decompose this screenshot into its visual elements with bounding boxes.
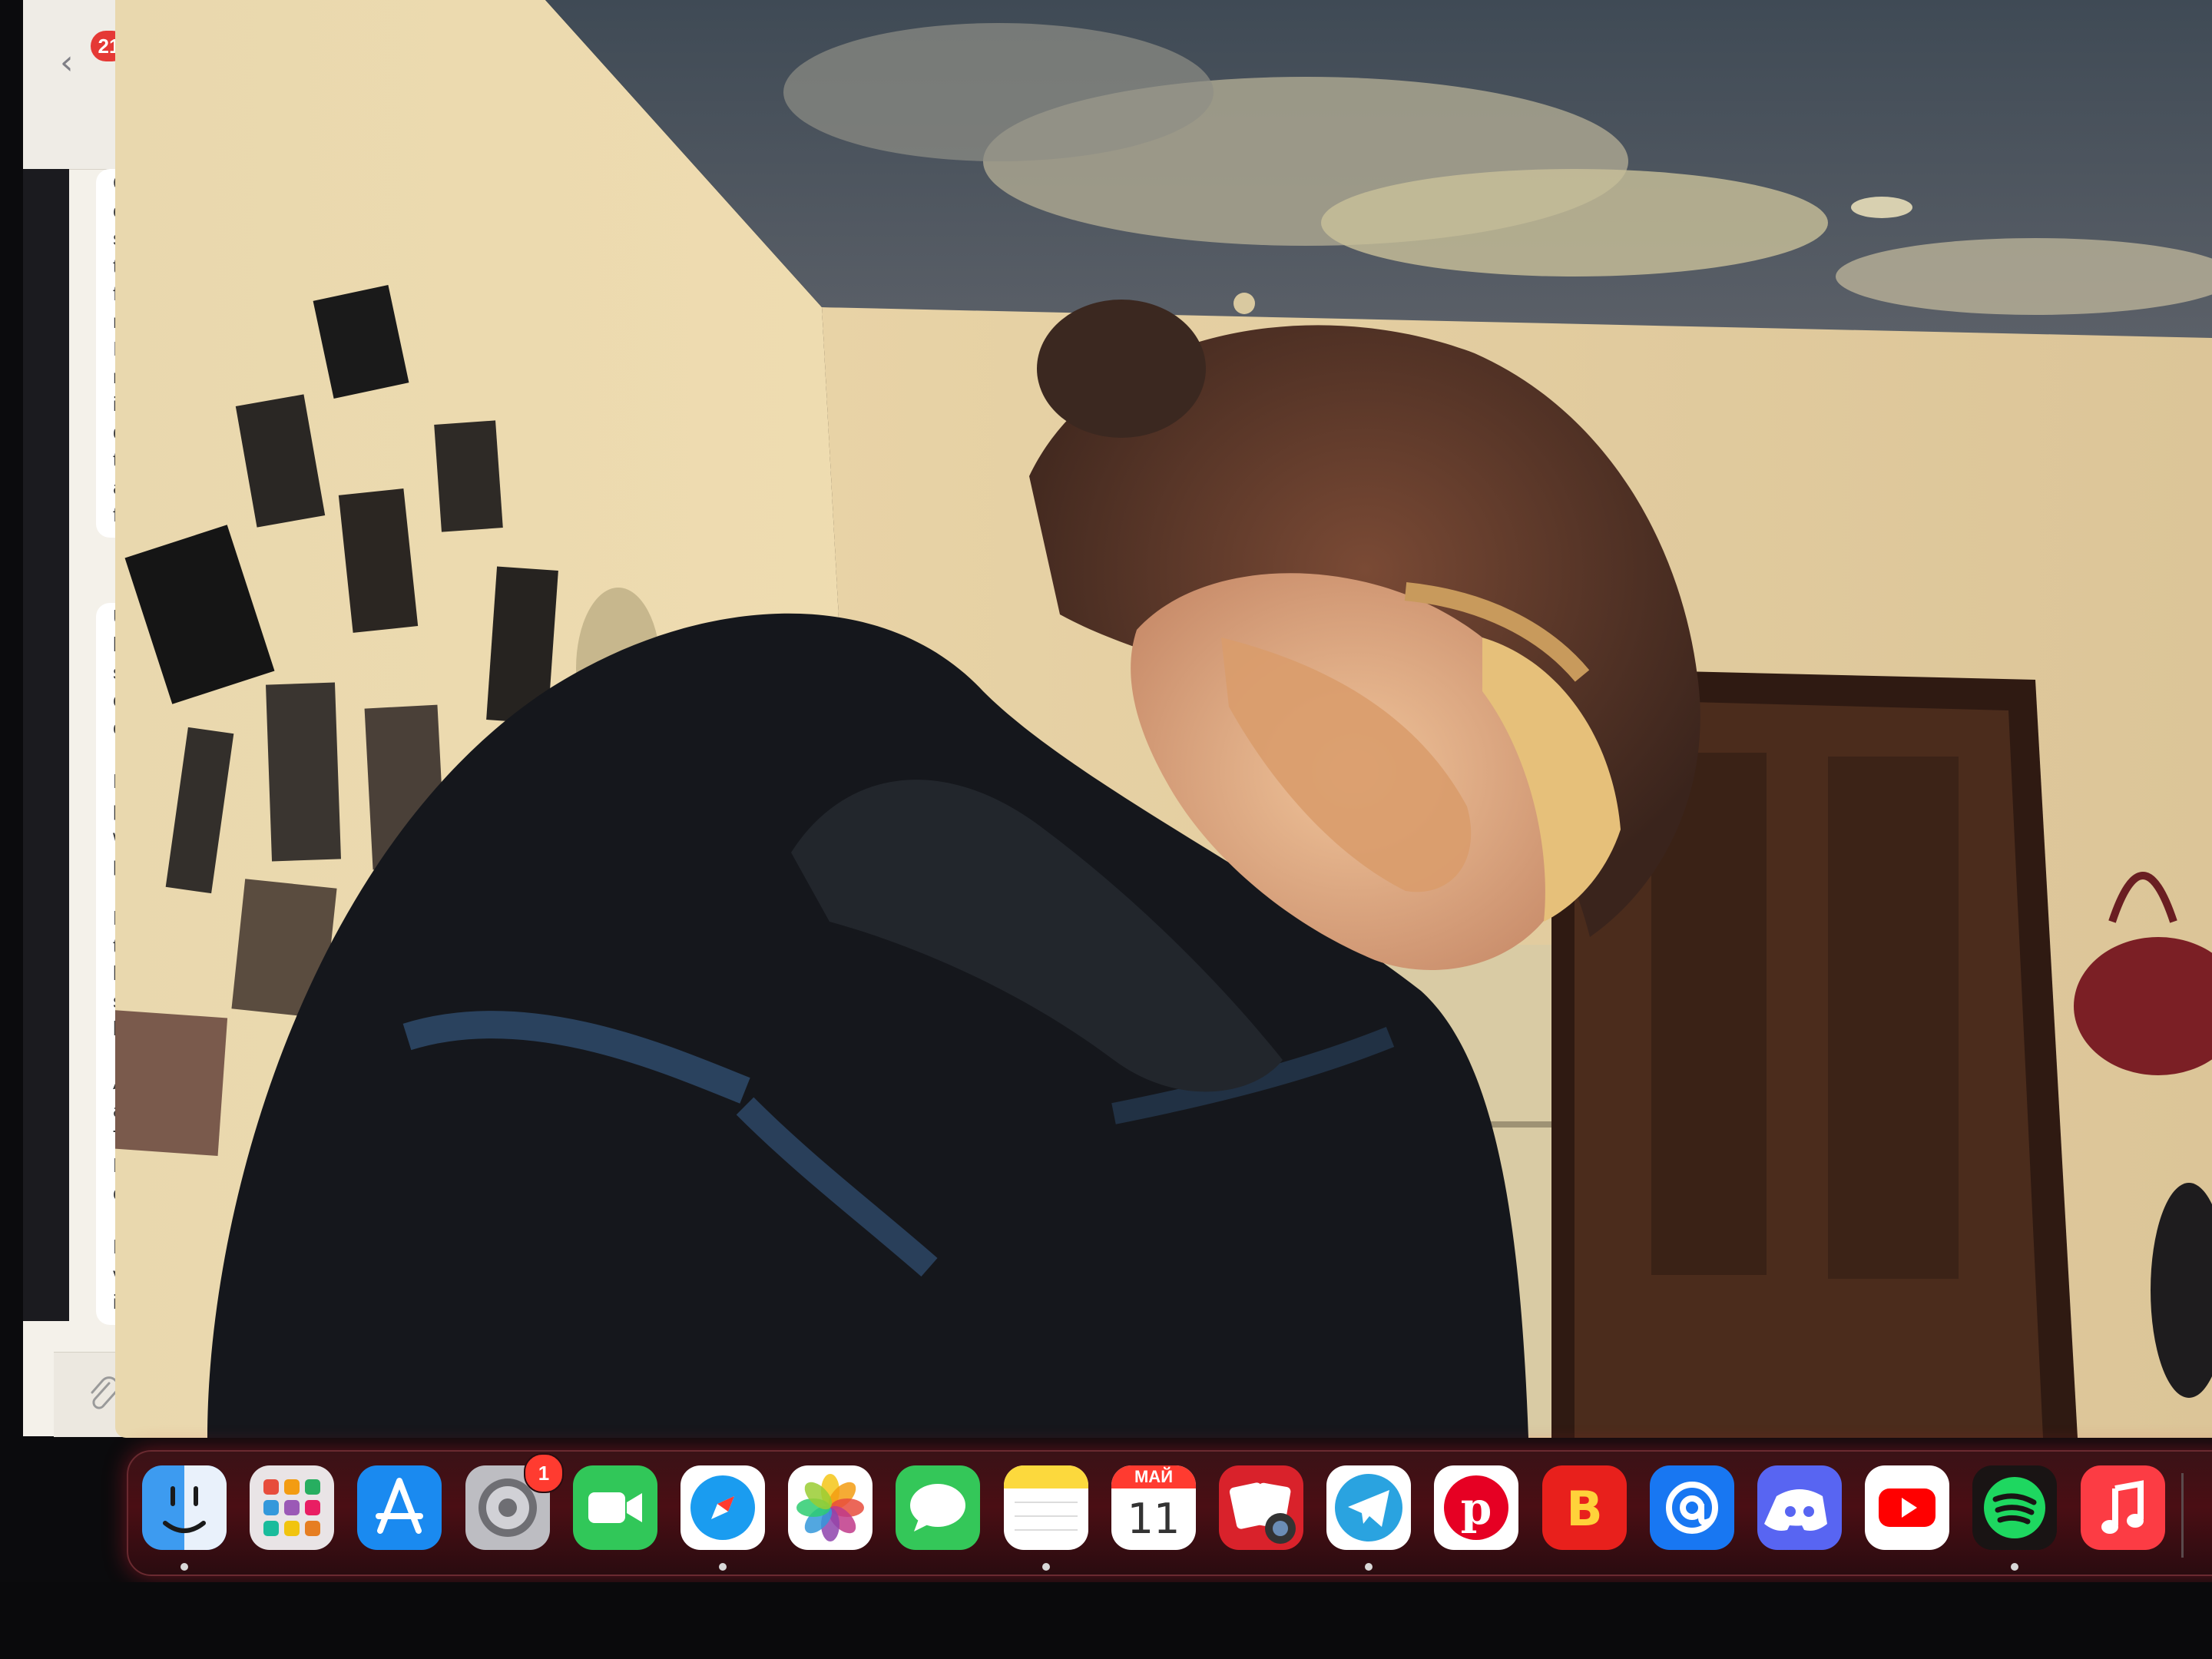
running-indicator	[1042, 1563, 1050, 1571]
dock-app-music[interactable]	[2081, 1465, 2165, 1550]
photo-booth-icon	[1219, 1465, 1303, 1550]
screen: ‹ 21 OrovshtofamInroindrtoarfo Urleasigc…	[0, 0, 2212, 1659]
dock-app-photo-booth[interactable]	[1219, 1465, 1303, 1550]
music-icon	[2081, 1465, 2165, 1550]
dock-app-app-store[interactable]	[357, 1465, 442, 1550]
back-chevron-icon[interactable]: ‹	[60, 43, 74, 82]
spotify-icon	[1972, 1465, 2057, 1550]
photos-icon	[788, 1465, 873, 1550]
dock-app-notes[interactable]	[1004, 1465, 1088, 1550]
screen-bezel	[0, 1582, 2212, 1659]
dock-app-messages[interactable]	[896, 1465, 980, 1550]
discord-icon	[1757, 1465, 1842, 1550]
running-indicator	[2011, 1563, 2018, 1571]
vk-icon-label: B	[1566, 1481, 1602, 1537]
dock-app-pinterest[interactable]: p	[1434, 1465, 1518, 1550]
dock-app-photos[interactable]	[788, 1465, 873, 1550]
dock-app-safari[interactable]	[680, 1465, 765, 1550]
dock-app-mail[interactable]	[1650, 1465, 1734, 1550]
dock-app-launchpad[interactable]	[250, 1465, 334, 1550]
telegram-icon	[1326, 1465, 1411, 1550]
video-call-window[interactable]	[115, 0, 2212, 1438]
safari-icon	[680, 1465, 765, 1550]
dock-app-youtube[interactable]	[1865, 1465, 1949, 1550]
messages-icon	[896, 1465, 980, 1550]
dock-divider	[2181, 1473, 2184, 1558]
running-indicator	[180, 1563, 188, 1571]
conversation-background	[23, 169, 69, 1321]
dock-app-calendar[interactable]: МАЙ 11	[1111, 1465, 1196, 1550]
running-indicator	[719, 1563, 727, 1571]
dock-app-finder[interactable]	[142, 1465, 227, 1550]
notification-badge: 1	[524, 1453, 564, 1493]
camera-feed	[115, 0, 2212, 1438]
dock-app-discord[interactable]	[1757, 1465, 1842, 1550]
pinterest-icon: p	[1434, 1465, 1518, 1550]
notes-icon	[1004, 1465, 1088, 1550]
app-store-icon	[357, 1465, 442, 1550]
launchpad-icon	[250, 1465, 334, 1550]
facetime-icon	[573, 1465, 657, 1550]
svg-text:p: p	[1461, 1482, 1492, 1535]
running-indicator	[1365, 1563, 1373, 1571]
dock-app-telegram[interactable]	[1326, 1465, 1411, 1550]
mail-at-icon	[1650, 1465, 1734, 1550]
vk-icon: B	[1542, 1465, 1627, 1550]
youtube-icon	[1865, 1465, 1949, 1550]
dock-app-facetime[interactable]	[573, 1465, 657, 1550]
calendar-month-label: МАЙ	[1111, 1465, 1196, 1488]
finder-icon	[142, 1465, 227, 1550]
dock-app-spotify[interactable]	[1972, 1465, 2057, 1550]
calendar-day-label: 11	[1127, 1495, 1181, 1543]
dock-app-vk[interactable]: B	[1542, 1465, 1627, 1550]
